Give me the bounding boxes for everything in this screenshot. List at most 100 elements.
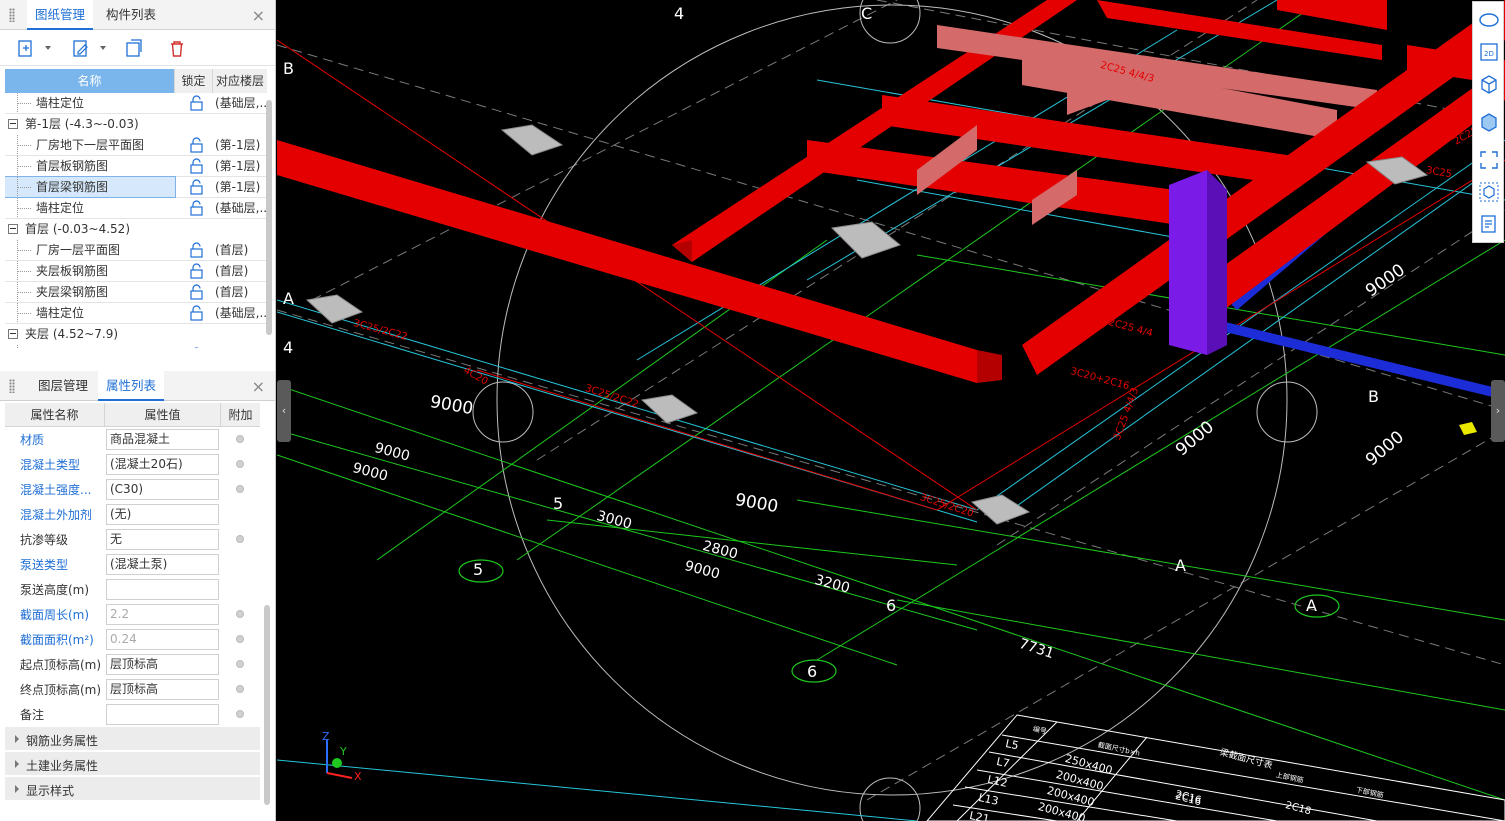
edit-dropdown-chevron-icon[interactable] bbox=[99, 44, 107, 52]
cube-select-icon[interactable] bbox=[1477, 180, 1501, 204]
split-drawing-button[interactable] bbox=[121, 36, 145, 60]
col-lock[interactable]: 锁定 bbox=[175, 69, 213, 93]
floor-cell: (首层) bbox=[215, 285, 249, 299]
drawing-row[interactable]: 首层板钢筋图 (第-1层) bbox=[5, 156, 267, 177]
tree-group-row[interactable]: 夹层 (4.52~7.9) bbox=[5, 324, 267, 345]
extra-radio[interactable] bbox=[236, 535, 244, 543]
drag-grip-icon[interactable] bbox=[9, 379, 15, 393]
drawing-row[interactable]: 厂房一层平面图 (首层) bbox=[5, 240, 267, 261]
tab-layer-management[interactable]: 图层管理 bbox=[30, 371, 96, 401]
add-drawing-button[interactable] bbox=[13, 36, 37, 60]
drawing-row[interactable]: 夹层板钢筋图 (首层) bbox=[5, 261, 267, 282]
row-label: 厂房地下一层平面图 bbox=[36, 138, 145, 152]
property-value-field[interactable]: 商品混凝土 bbox=[106, 429, 219, 450]
lock-icon[interactable] bbox=[181, 177, 213, 197]
floor-cell: (基础层,... bbox=[215, 201, 267, 215]
lock-icon[interactable] bbox=[181, 240, 213, 260]
drawing-row[interactable]: 厂房地下一层平面图 (第-1层) bbox=[5, 135, 267, 156]
lock-icon[interactable] bbox=[181, 135, 213, 155]
col-property-value: 属性值 bbox=[105, 403, 221, 427]
collapse-toggle-icon[interactable] bbox=[8, 224, 18, 234]
collapse-toggle-icon[interactable] bbox=[8, 329, 18, 339]
extra-radio[interactable] bbox=[236, 485, 244, 493]
property-value-field[interactable]: (无) bbox=[106, 504, 219, 525]
z-axis-label: Z bbox=[322, 730, 330, 743]
row-label: 第-1层 (-4.3~-0.03) bbox=[25, 117, 139, 131]
property-value-field[interactable]: 无 bbox=[106, 529, 219, 550]
drawing-row[interactable]: 墙柱定位 (基础层,... bbox=[5, 198, 267, 219]
add-dropdown-chevron-icon[interactable] bbox=[44, 44, 52, 52]
2d-view-icon[interactable]: 2D bbox=[1477, 40, 1501, 64]
orbit-icon[interactable] bbox=[1477, 8, 1501, 32]
col-property-name: 属性名称 bbox=[5, 403, 105, 427]
row-label: 首层梁钢筋图 bbox=[36, 180, 109, 194]
property-name: 抗渗等级 bbox=[20, 533, 69, 547]
drawing-row[interactable]: 夹层梁钢筋图 (首层) bbox=[5, 282, 267, 303]
fit-view-icon[interactable] bbox=[1477, 148, 1501, 172]
tab-property-list[interactable]: 属性列表 bbox=[98, 371, 165, 401]
grid-axis-label: 4 bbox=[674, 4, 685, 23]
lock-icon[interactable] bbox=[181, 261, 213, 281]
close-icon[interactable]: × bbox=[252, 377, 265, 396]
extra-radio[interactable] bbox=[236, 610, 244, 618]
drawing-tree-scrollbar[interactable] bbox=[266, 100, 272, 335]
col-floor[interactable]: 对应楼层 bbox=[213, 69, 267, 93]
drawing-row-name: 墙柱定位 bbox=[5, 198, 175, 218]
solid-box-icon[interactable] bbox=[1477, 110, 1501, 134]
drawing-row[interactable]: 墙柱定位 (基础层,... bbox=[5, 303, 267, 324]
floor-cell: (第-1层) bbox=[215, 159, 261, 173]
tree-guide-line bbox=[17, 103, 31, 104]
col-name[interactable]: 名称 bbox=[5, 69, 175, 93]
grid-axis-label: C bbox=[861, 4, 873, 23]
lock-icon[interactable] bbox=[181, 198, 213, 218]
property-sheet-icon[interactable] bbox=[1477, 212, 1501, 236]
extra-radio[interactable] bbox=[236, 635, 244, 643]
drag-grip-icon[interactable] bbox=[9, 8, 15, 22]
property-group-row[interactable]: 显示样式 bbox=[5, 777, 260, 801]
property-group-row[interactable]: 土建业务属性 bbox=[5, 752, 260, 776]
property-name: 混凝土类型 bbox=[20, 458, 81, 472]
edit-drawing-button[interactable] bbox=[68, 36, 92, 60]
property-value-field[interactable]: 层顶标高 bbox=[106, 679, 219, 700]
3d-box-icon[interactable] bbox=[1477, 72, 1501, 96]
collapse-toggle-icon[interactable] bbox=[8, 119, 18, 129]
cad-viewport[interactable]: 4 C B A 4 B A 5 5 6 6 A 9000 9000 9000 9000 9000 3000 2800… bbox=[277, 0, 1505, 821]
drawing-row[interactable]: 厂房二层平面图 (夹层) bbox=[5, 345, 267, 348]
property-value-field[interactable]: (C30) bbox=[106, 479, 219, 500]
lock-icon[interactable] bbox=[181, 93, 213, 113]
extra-radio[interactable] bbox=[236, 710, 244, 718]
property-value-field[interactable]: (混凝土20石) bbox=[106, 454, 219, 475]
close-icon[interactable]: × bbox=[252, 6, 265, 25]
grid-axis-label: A bbox=[1306, 596, 1317, 615]
property-value-field[interactable] bbox=[106, 579, 219, 600]
lock-icon[interactable] bbox=[181, 345, 213, 348]
property-group-row[interactable]: 钢筋业务属性 bbox=[5, 727, 260, 751]
extra-radio[interactable] bbox=[236, 435, 244, 443]
tab-component-list[interactable]: 构件列表 bbox=[98, 0, 164, 30]
lock-icon[interactable] bbox=[181, 282, 213, 302]
property-value-field[interactable] bbox=[106, 704, 219, 725]
collapse-left-handle[interactable]: ‹ bbox=[277, 380, 291, 442]
extra-radio[interactable] bbox=[236, 460, 244, 468]
property-value-field[interactable]: 2.2 bbox=[106, 604, 219, 625]
extra-radio[interactable] bbox=[236, 685, 244, 693]
collapse-right-handle[interactable]: › bbox=[1491, 380, 1505, 442]
lock-icon[interactable] bbox=[181, 303, 213, 323]
row-label: 墙柱定位 bbox=[36, 306, 85, 320]
drawing-row[interactable]: 墙柱定位 (基础层,... bbox=[5, 93, 267, 114]
tab-drawing-management[interactable]: 图纸管理 bbox=[27, 0, 94, 30]
tree-group-row[interactable]: 首层 (-0.03~4.52) bbox=[5, 219, 267, 240]
lock-icon[interactable] bbox=[181, 156, 213, 176]
extra-radio[interactable] bbox=[236, 660, 244, 668]
drawing-row[interactable]: 首层梁钢筋图 (第-1层) bbox=[5, 176, 267, 198]
delete-drawing-button[interactable] bbox=[164, 36, 188, 60]
property-value-field[interactable]: 0.24 bbox=[106, 629, 219, 650]
property-value-field[interactable]: (混凝土泵) bbox=[106, 554, 219, 575]
tree-guide-line bbox=[17, 292, 31, 293]
property-scrollbar[interactable] bbox=[264, 605, 270, 805]
split-drawing-icon bbox=[126, 39, 142, 57]
col-extra: 附加 bbox=[228, 408, 253, 422]
property-value-field[interactable]: 层顶标高 bbox=[106, 654, 219, 675]
tree-group-row[interactable]: 第-1层 (-4.3~-0.03) bbox=[5, 114, 267, 135]
property-row: 泵送高度(m) bbox=[5, 577, 260, 602]
